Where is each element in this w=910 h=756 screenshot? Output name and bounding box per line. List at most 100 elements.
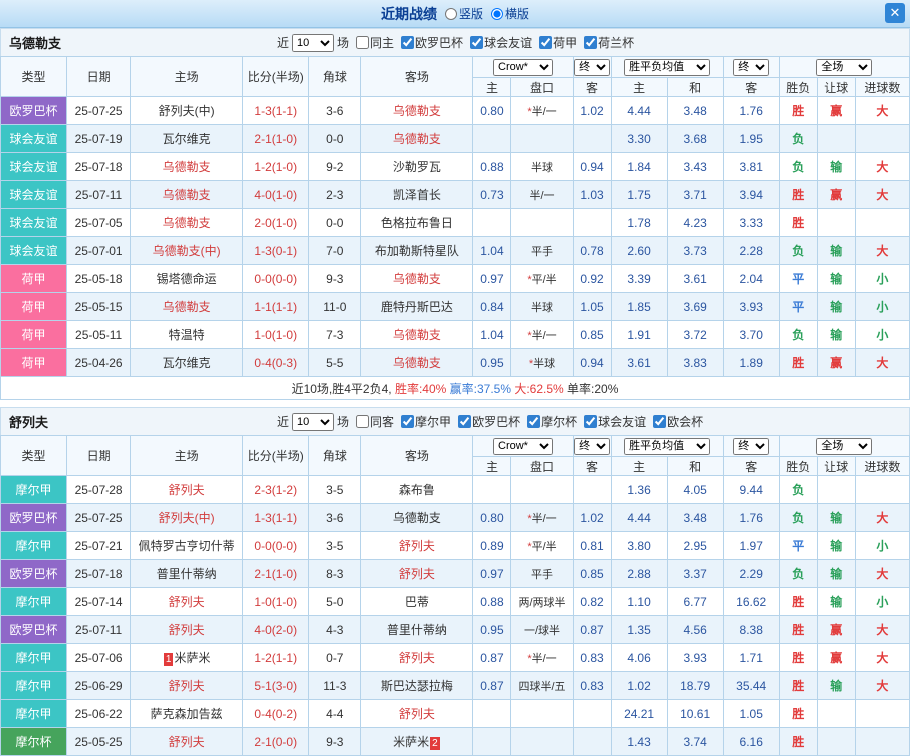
league-filter-checkbox[interactable] <box>470 36 483 49</box>
match-row: 球会友谊25-07-18乌德勒支1-2(1-0)9-2沙勒罗瓦0.88半球0.9… <box>1 153 910 181</box>
league-filter[interactable]: 球会友谊 <box>584 413 646 430</box>
crow-home-odds: 0.97 <box>473 265 511 293</box>
games-count-select[interactable]: 10 <box>292 34 334 52</box>
match-date: 25-07-21 <box>67 532 131 560</box>
final-odds-select-2[interactable]: 终 <box>733 438 769 455</box>
handicap <box>511 700 573 728</box>
corners: 3-6 <box>309 504 361 532</box>
match-row: 荷甲25-05-18锡塔德命运0-0(0-0)9-3乌德勒支0.97*平/半0.… <box>1 265 910 293</box>
league-filter[interactable]: 同主 <box>356 34 394 51</box>
avg-home-odds: 3.61 <box>611 349 667 377</box>
fullmatch-select[interactable]: 全场 <box>816 438 872 455</box>
away-team: 凯泽首长 <box>361 181 473 209</box>
crow-away-odds: 0.92 <box>573 265 611 293</box>
avg-away-odds: 1.71 <box>723 644 779 672</box>
avg-home-odds: 1.91 <box>611 321 667 349</box>
team-sections-container: 乌德勒支近10场同主欧罗巴杯球会友谊荷甲荷兰杯类型日期主场比分(半场)角球客场C… <box>0 28 910 756</box>
league-filter-checkbox[interactable] <box>401 36 414 49</box>
match-date: 25-07-25 <box>67 97 131 125</box>
summary-segment: 胜率:40% <box>395 382 446 396</box>
crow-home-odds <box>473 125 511 153</box>
match-row: 欧罗巴杯25-07-25舒列夫(中)1-3(1-1)3-6乌德勒支0.80*半/… <box>1 504 910 532</box>
league-filter[interactable]: 球会友谊 <box>470 34 532 51</box>
avg-away-odds: 2.29 <box>723 560 779 588</box>
league-filter-checkbox[interactable] <box>356 415 369 428</box>
match-row: 球会友谊25-07-19瓦尔维克2-1(1-0)0-0乌德勒支3.303.681… <box>1 125 910 153</box>
vertical-layout-radio[interactable] <box>445 8 457 20</box>
league-filter-checkbox[interactable] <box>401 415 414 428</box>
league-filter[interactable]: 欧罗巴杯 <box>401 34 463 51</box>
team-name-text: 乌德勒支 <box>393 104 441 118</box>
league-filter[interactable]: 荷甲 <box>539 34 577 51</box>
layout-option-horizontal[interactable]: 横版 <box>491 5 529 22</box>
fullmatch-select[interactable]: 全场 <box>816 59 872 76</box>
close-button[interactable]: ✕ <box>885 3 905 23</box>
league-filter[interactable]: 摩尔杯 <box>527 413 577 430</box>
league-filter-checkbox[interactable] <box>458 415 471 428</box>
score: 2-3(1-2) <box>243 476 309 504</box>
league-filter-checkbox[interactable] <box>584 36 597 49</box>
score: 1-3(0-1) <box>243 237 309 265</box>
bookmaker-select[interactable]: Crow* <box>493 59 553 76</box>
games-count-select[interactable]: 10 <box>292 413 334 431</box>
final-odds-select-2[interactable]: 终 <box>733 59 769 76</box>
window-titlebar: 近期战绩 竖版 横版 ✕ <box>0 0 910 28</box>
avg-away-odds: 3.93 <box>723 293 779 321</box>
result-wdl: 负 <box>779 560 817 588</box>
away-team: 乌德勒支 <box>361 349 473 377</box>
result-wdl: 胜 <box>779 209 817 237</box>
avg-draw-odds: 3.68 <box>667 125 723 153</box>
league-filter-checkbox[interactable] <box>653 415 666 428</box>
league-filter[interactable]: 荷兰杯 <box>584 34 634 51</box>
sub-column-header: 主 <box>611 78 667 97</box>
sub-column-header: 和 <box>667 457 723 476</box>
corners: 9-3 <box>309 728 361 756</box>
avg-away-odds: 2.04 <box>723 265 779 293</box>
league-filter-checkbox[interactable] <box>356 36 369 49</box>
crow-home-odds: 0.84 <box>473 293 511 321</box>
home-team: 舒列夫 <box>131 672 243 700</box>
team-name-text: 乌德勒支(中) <box>153 244 221 258</box>
sub-column-header: 让球 <box>817 457 855 476</box>
result-goals <box>855 125 909 153</box>
avg-home-odds: 4.44 <box>611 97 667 125</box>
handicap: 两/两球半 <box>511 588 573 616</box>
final-odds-select[interactable]: 终 <box>574 59 610 76</box>
avg-odds-select[interactable]: 胜平负均值 <box>624 438 710 455</box>
horizontal-layout-radio[interactable] <box>491 8 503 20</box>
layout-option-vertical[interactable]: 竖版 <box>445 5 483 22</box>
team-name-text: 巴蒂 <box>405 595 429 609</box>
avg-away-odds: 3.70 <box>723 321 779 349</box>
away-team: 普里什蒂纳 <box>361 616 473 644</box>
crow-away-odds: 0.81 <box>573 532 611 560</box>
league-badge: 欧罗巴杯 <box>1 560 67 588</box>
match-date: 25-07-05 <box>67 209 131 237</box>
league-filter-checkbox[interactable] <box>527 415 540 428</box>
team-section: 乌德勒支近10场同主欧罗巴杯球会友谊荷甲荷兰杯类型日期主场比分(半场)角球客场C… <box>0 28 910 400</box>
result-wdl: 负 <box>779 504 817 532</box>
league-filter[interactable]: 同客 <box>356 413 394 430</box>
result-goals: 小 <box>855 293 909 321</box>
result-goals: 大 <box>855 181 909 209</box>
league-filter[interactable]: 欧罗巴杯 <box>458 413 520 430</box>
away-team: 鹿特丹斯巴达 <box>361 293 473 321</box>
team-name-text: 舒列夫 <box>399 651 435 665</box>
avg-away-odds: 1.76 <box>723 97 779 125</box>
matches-table: 类型日期主场比分(半场)角球客场Crow*终胜平负均值终全场主盘口客主和客胜负让… <box>0 56 910 400</box>
league-filter[interactable]: 摩尔甲 <box>401 413 451 430</box>
avg-away-odds: 1.95 <box>723 125 779 153</box>
corners: 5-5 <box>309 349 361 377</box>
sub-column-header: 盘口 <box>511 78 573 97</box>
league-badge: 摩尔甲 <box>1 476 67 504</box>
league-filter-checkbox[interactable] <box>584 415 597 428</box>
result-handicap <box>817 209 855 237</box>
column-header: 比分(半场) <box>243 57 309 97</box>
bookmaker-select[interactable]: Crow* <box>493 438 553 455</box>
final-odds-select[interactable]: 终 <box>574 438 610 455</box>
crow-home-odds: 1.04 <box>473 321 511 349</box>
crow-away-odds: 0.83 <box>573 672 611 700</box>
team-name-text: 舒列夫 <box>169 483 205 497</box>
avg-odds-select[interactable]: 胜平负均值 <box>624 59 710 76</box>
league-filter[interactable]: 欧会杯 <box>653 413 703 430</box>
league-filter-checkbox[interactable] <box>539 36 552 49</box>
